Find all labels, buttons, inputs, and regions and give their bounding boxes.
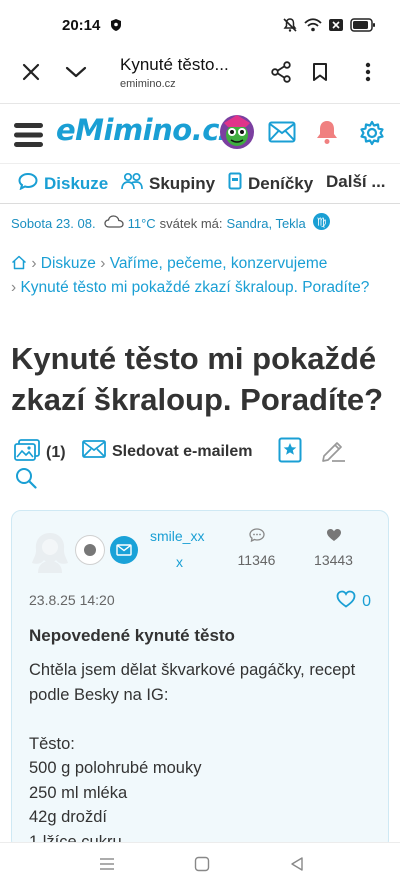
heart-icon [326,529,342,545]
heart-outline-icon [336,590,356,613]
status-time: 20:14 [62,17,101,34]
hamburger-menu-icon[interactable] [14,122,44,153]
site-logo[interactable]: eMimino.cz [56,113,236,147]
post-body: Chtěla jsem dělat škvarkové pagáčky, rec… [29,658,379,850]
post-username[interactable]: smile_xx [150,528,204,544]
shield-icon [111,18,121,36]
nameday-prefix: svátek má: [159,215,223,231]
mute-icon [282,17,298,38]
bell-icon[interactable] [316,119,338,150]
mail-icon[interactable] [268,121,296,148]
virgo-icon: ♍ [312,213,330,233]
dateline: Sobota 23. 08. 11°C svátek má: Sandra, T… [11,213,330,233]
post-username-extra[interactable]: x [176,554,183,570]
pencil-icon [320,438,346,467]
breadcrumb: › Diskuze › Vaříme, pečeme, konzervujeme… [11,253,391,299]
nav-item-denicky[interactable]: Deníčky [228,172,313,195]
status-icons [282,17,376,38]
browser-page-title[interactable]: Kynuté těsto... [120,55,229,75]
home-icon[interactable] [11,255,27,277]
page-title: Kynuté těsto mi pokaždé zkazí škraloup. … [11,341,384,417]
more-vert-icon[interactable] [352,56,384,88]
settings-gear-icon[interactable] [359,120,385,151]
edit-button[interactable] [320,438,346,467]
diary-icon [228,172,242,195]
likes-count: 13443 [314,552,353,568]
user-avatar-placeholder[interactable] [28,529,72,573]
breadcrumb-diskuze[interactable]: Diskuze [41,255,96,272]
mail-icon [82,440,106,463]
chevron-down-icon[interactable] [60,56,92,88]
bookmark-star-icon [278,437,302,468]
nav-label-diskuze: Diskuze [44,173,109,193]
people-icon [121,172,143,195]
nav-item-diskuze[interactable]: Diskuze [18,172,108,195]
user-avatar[interactable] [218,113,256,156]
recent-apps-icon[interactable] [96,855,118,873]
sim-off-icon [328,18,344,37]
nav-divider [0,203,400,204]
nav-label-dalsi: Další ... [326,172,386,191]
nameday-names: Sandra, Tekla [226,215,306,231]
post-title: Nepovedené kynuté těsto [29,626,235,645]
nav-label-skupiny: Skupiny [149,173,216,193]
chat-icon [18,172,38,195]
status-bar: 20:14 [0,0,400,52]
home-button-icon[interactable] [191,855,213,873]
search-icon [15,467,37,494]
post-card: smile_xx x 11346 13443 23.8.25 14:20 0 N… [11,510,389,850]
gallery-icon [14,439,40,466]
battery-icon [350,18,376,37]
nav-item-skupiny[interactable]: Skupiny [121,172,215,195]
header-divider [0,163,400,164]
posts-count: 11346 [237,552,276,568]
breadcrumb-current[interactable]: Kynuté těsto mi pokaždé zkazí škraloup. … [20,279,369,296]
offline-status-icon [75,535,105,565]
close-icon[interactable] [15,56,47,88]
bookmark-icon[interactable] [304,56,336,88]
post-body-list: Těsto: 500 g polohrubé mouky 250 ml mlék… [29,734,202,850]
breadcrumb-separator: › [31,255,41,272]
wifi-icon [304,18,322,37]
gallery-button[interactable]: (1) [14,439,66,466]
search-button[interactable] [15,467,37,494]
nav-label-denicky: Deníčky [248,173,314,193]
like-count: 0 [362,592,371,610]
gallery-count: (1) [46,443,66,461]
nav-item-dalsi[interactable]: Další ... [326,172,386,192]
temperature: 11°C [127,215,156,231]
follow-email-label: Sledovat e-mailem [112,442,253,460]
like-button[interactable]: 0 [336,590,371,613]
date-text: Sobota 23. 08. [11,215,96,231]
comment-icon [248,528,265,545]
share-icon[interactable] [265,56,297,88]
follow-email-button[interactable]: Sledovat e-mailem [82,440,253,463]
bookmark-star-button[interactable] [278,437,302,468]
post-body-intro: Chtěla jsem dělat škvarkové pagáčky, rec… [29,661,356,704]
cloud-icon [103,215,124,231]
user-posts-stat: 11346 [234,528,279,568]
post-date: 23.8.25 14:20 [29,592,115,608]
send-message-icon[interactable] [110,536,138,564]
user-likes-stat: 13443 [311,528,356,568]
svg-text:♍: ♍ [316,215,326,228]
breadcrumb-category[interactable]: Vaříme, pečeme, konzervujeme [110,255,328,272]
breadcrumb-separator: › [100,255,110,272]
back-icon[interactable] [286,855,308,873]
browser-url[interactable]: emimino.cz [120,78,176,90]
